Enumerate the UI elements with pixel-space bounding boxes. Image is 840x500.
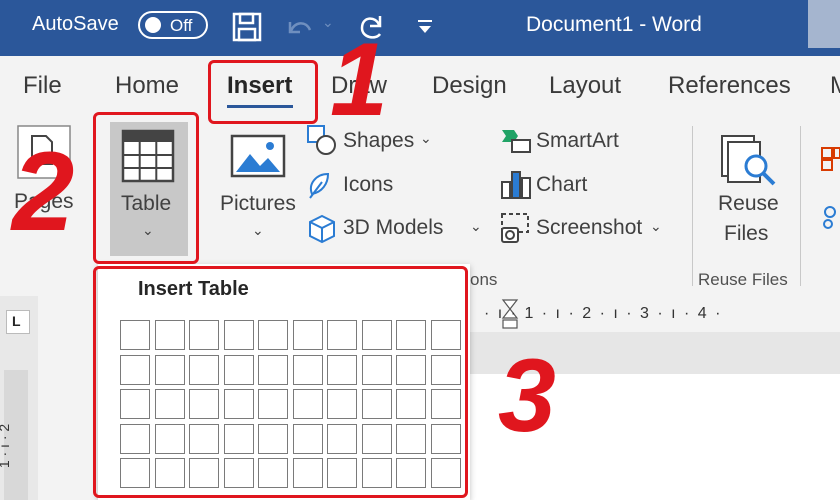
highlight-insert-table-grid [93, 266, 468, 498]
icons-label[interactable]: Icons [343, 173, 393, 197]
horizontal-ruler: · ı · 1 · ı · 2 · ı · 3 · ı · 4 · [470, 296, 840, 332]
tab-references[interactable]: References [668, 72, 791, 100]
screenshot-label[interactable]: Screenshot [536, 216, 642, 240]
save-icon[interactable] [230, 10, 264, 44]
chart-label[interactable]: Chart [536, 173, 587, 197]
highlight-insert-tab [208, 60, 318, 124]
3d-models-icon[interactable] [308, 214, 336, 244]
step-2-marker: 2 [12, 129, 75, 254]
tab-design[interactable]: Design [432, 72, 507, 100]
shapes-chevron-icon[interactable]: ⌄ [420, 130, 432, 147]
reuse-files-label-2[interactable]: Files [724, 222, 768, 246]
3d-models-label[interactable]: 3D Models [343, 216, 443, 240]
illustrations-group-label: ons [470, 270, 498, 289]
tab-stop-selector[interactable]: L [6, 310, 30, 334]
addins-icon[interactable] [820, 146, 840, 174]
3d-models-chevron-icon[interactable]: ⌄ [470, 218, 482, 235]
links-icon[interactable] [820, 202, 840, 230]
ribbon-tabs: File Home Insert Draw Design Layout Refe… [0, 56, 840, 118]
title-bar: AutoSave Off ⌄ Document1 - Word [0, 0, 840, 56]
undo-icon[interactable] [282, 10, 316, 44]
tab-file[interactable]: File [23, 72, 62, 100]
pictures-icon[interactable] [230, 134, 286, 178]
icons-icon[interactable] [306, 170, 338, 200]
tab-layout[interactable]: Layout [549, 72, 621, 100]
smartart-icon[interactable] [500, 126, 532, 154]
reuse-files-group-label: Reuse Files [698, 270, 788, 289]
reuse-files-label-1[interactable]: Reuse [718, 192, 779, 216]
group-divider [692, 126, 693, 286]
ruler-ticks: · ı · 1 · ı · 2 · ı · 3 · ı · 4 · [484, 305, 723, 322]
autosave-toggle[interactable]: Off [138, 11, 208, 39]
pictures-label[interactable]: Pictures [220, 192, 296, 216]
step-1-marker: 1 [330, 22, 388, 138]
screenshot-icon[interactable] [500, 212, 530, 244]
document-title: Document1 - Word [526, 13, 702, 36]
smartart-label[interactable]: SmartArt [536, 129, 619, 153]
autosave-label: AutoSave [32, 13, 119, 35]
customize-qat-icon[interactable] [408, 10, 442, 44]
pictures-chevron-icon[interactable]: ⌄ [252, 222, 264, 239]
group-divider [800, 126, 801, 286]
autosave-state: Off [170, 16, 193, 35]
tab-home[interactable]: Home [115, 72, 179, 100]
chart-icon[interactable] [500, 170, 532, 200]
step-3-marker: 3 [498, 338, 556, 454]
highlight-table-button [93, 112, 199, 264]
vertical-ruler-ticks: 1 · ı · 2 [0, 424, 12, 468]
screenshot-chevron-icon[interactable]: ⌄ [650, 218, 662, 235]
account-area[interactable] [808, 0, 840, 48]
toggle-knob [145, 17, 161, 33]
reuse-files-icon[interactable] [718, 132, 778, 188]
tab-overflow[interactable]: M [830, 72, 840, 100]
